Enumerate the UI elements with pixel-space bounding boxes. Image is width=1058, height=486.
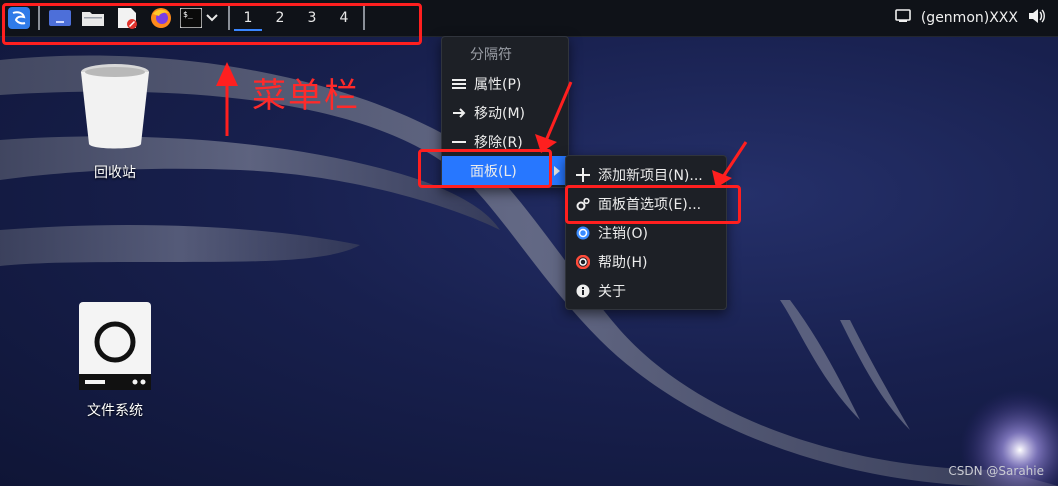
desktop[interactable]: $_ 1 2 3 4 (genmon)XXX 回收站 文件系统 分隔符 属性(P… — [0, 0, 1058, 486]
annotation-label: 菜单栏 — [252, 76, 360, 116]
annotation-arrows — [216, 62, 748, 188]
watermark: CSDN @Sarahie — [948, 464, 1044, 478]
